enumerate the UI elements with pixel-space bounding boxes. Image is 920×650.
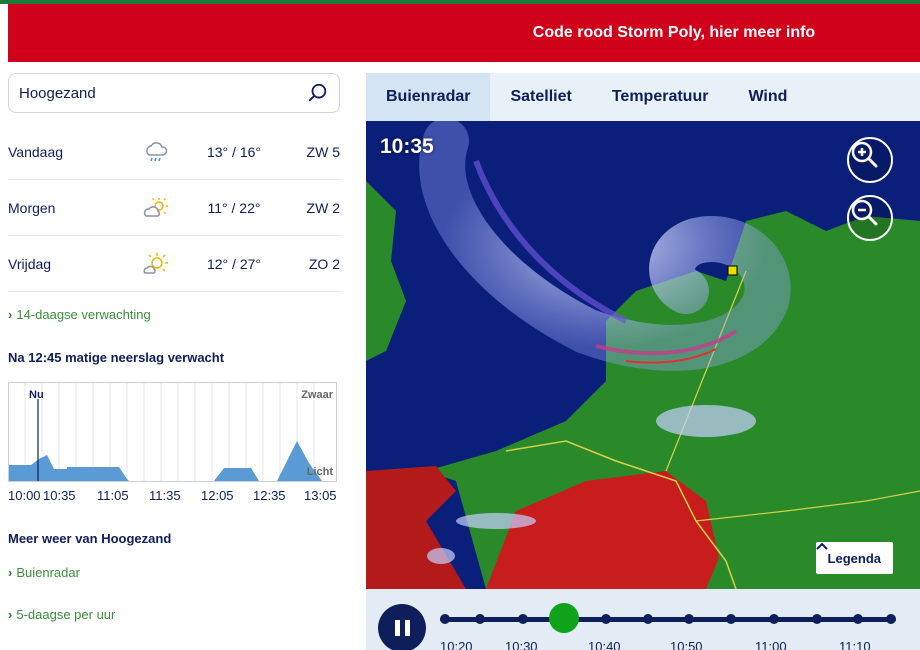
timeline-step[interactable]	[853, 614, 863, 624]
zoom-in-icon	[851, 141, 878, 168]
forecast-row[interactable]: Morgen 11° / 22° ZW 2	[8, 180, 340, 236]
link-label[interactable]: Buienradar	[16, 565, 80, 580]
partly-sunny-icon	[126, 196, 186, 220]
pause-icon-bar	[394, 620, 400, 636]
rain-cloud-icon	[126, 140, 186, 164]
banner-text[interactable]: Code rood Storm Poly, hier meer info	[533, 24, 815, 42]
zoom-in-button[interactable]	[847, 137, 893, 183]
forecast-row[interactable]: Vrijdag 12° / 27° ZO 2	[8, 236, 340, 292]
timeline-step[interactable]	[601, 614, 611, 624]
radar-timestamp: 10:35	[380, 135, 434, 158]
timeline-step[interactable]	[726, 614, 736, 624]
forecast-temperature: 13° / 16°	[206, 143, 261, 160]
left-column: Hoogezand Vandaag 13° / 16° ZW 5 Morgen …	[0, 62, 350, 650]
time-tick: 10:00	[8, 488, 41, 503]
now-marker-label: Nu	[29, 389, 44, 401]
forecast-wind: ZW 5	[306, 143, 340, 160]
precipitation-graph	[9, 383, 322, 481]
time-tick: 11:35	[149, 488, 181, 503]
chevron-up-icon	[815, 542, 828, 550]
time-tick: 12:05	[201, 488, 234, 503]
radar-map-image	[366, 121, 920, 589]
precipitation-time-axis: 10:00 10:35 11:05 11:35 12:05 12:35 13:0…	[8, 488, 340, 504]
link-label[interactable]: 14-daagse verwachting	[16, 307, 150, 322]
chevron-right-icon: ›	[8, 607, 13, 622]
tab-temperatuur[interactable]: Temperatuur	[592, 73, 729, 121]
pause-button[interactable]	[378, 604, 426, 650]
timeline-label: 10:30	[505, 639, 538, 650]
forecast-wind: ZW 2	[306, 199, 340, 216]
link-label[interactable]: 5-daagse per uur	[16, 607, 115, 622]
forecast-day: Vandaag	[8, 143, 64, 160]
precipitation-chart: Nu Zwaar Licht	[8, 382, 337, 482]
timeline-label: 10:50	[670, 639, 703, 650]
link-14-day-forecast[interactable]: › 14-daagse verwachting	[8, 307, 151, 322]
forecast-day: Vrijdag	[8, 255, 52, 272]
page: Code rood Storm Poly, hier meer info Hoo…	[0, 0, 920, 650]
radar-panel: Buienradar Satelliet Temperatuur Wind 10…	[366, 73, 920, 650]
storm-warning-banner[interactable]: Code rood Storm Poly, hier meer info	[8, 4, 920, 62]
timeline-step[interactable]	[518, 614, 528, 624]
tab-wind[interactable]: Wind	[728, 73, 807, 121]
legend-button[interactable]: Legenda	[815, 542, 893, 574]
timeline-step[interactable]	[440, 614, 450, 624]
zoom-out-button[interactable]	[847, 195, 893, 241]
legend-label[interactable]: Legenda	[828, 551, 881, 566]
precipitation-heading: Na 12:45 matige neerslag verwacht	[8, 350, 225, 365]
timeline-label: 10:20	[440, 639, 473, 650]
link-5-day-hourly[interactable]: › 5-daagse per uur	[8, 607, 115, 622]
pause-icon-bar	[404, 620, 410, 636]
chevron-right-icon: ›	[8, 565, 13, 580]
tab-buienradar[interactable]: Buienradar	[366, 73, 491, 121]
tab-satelliet[interactable]: Satelliet	[490, 73, 591, 121]
radar-map[interactable]: 10:35 Legenda	[366, 121, 920, 589]
forecast-temperature: 12° / 27°	[206, 255, 261, 272]
more-weather-heading: Meer weer van Hoogezand	[8, 531, 172, 546]
link-buienradar[interactable]: › Buienradar	[8, 565, 80, 580]
zoom-out-icon	[851, 199, 878, 226]
timeline-step[interactable]	[812, 614, 822, 624]
light-label: Licht	[306, 466, 333, 478]
time-tick: 10:35	[43, 488, 76, 503]
timeline-label: 11:00	[755, 639, 787, 650]
timeline-step[interactable]	[475, 614, 485, 624]
timeline-label: 11:10	[839, 639, 871, 650]
time-tick: 11:05	[97, 488, 129, 503]
partly-sunny-icon	[126, 252, 186, 276]
forecast-wind: ZO 2	[308, 255, 340, 272]
radar-timeline: 10:20 10:30 10:40 10:50 11:00 11:10	[366, 589, 920, 650]
heavy-label: Zwaar	[301, 389, 333, 401]
timeline-label: 10:40	[588, 639, 621, 650]
forecast-list: Vandaag 13° / 16° ZW 5 Morgen 11° / 22° …	[8, 124, 340, 292]
chevron-right-icon: ›	[8, 307, 13, 322]
location-search-field[interactable]: Hoogezand	[8, 73, 340, 113]
radar-tabs: Buienradar Satelliet Temperatuur Wind	[366, 73, 920, 121]
forecast-temperature: 11° / 22°	[207, 199, 261, 216]
timeline-step[interactable]	[684, 614, 694, 624]
search-icon[interactable]	[307, 82, 329, 104]
forecast-row[interactable]: Vandaag 13° / 16° ZW 5	[8, 124, 340, 180]
search-input[interactable]: Hoogezand	[19, 85, 307, 102]
timeline-step[interactable]	[886, 614, 896, 624]
time-tick: 12:35	[253, 488, 286, 503]
timeline-slider-thumb[interactable]	[549, 603, 579, 633]
timeline-track[interactable]	[440, 617, 896, 622]
timeline-step[interactable]	[643, 614, 653, 624]
timeline-step[interactable]	[769, 614, 779, 624]
forecast-day: Morgen	[8, 199, 56, 216]
time-tick: 13:05	[304, 488, 337, 503]
